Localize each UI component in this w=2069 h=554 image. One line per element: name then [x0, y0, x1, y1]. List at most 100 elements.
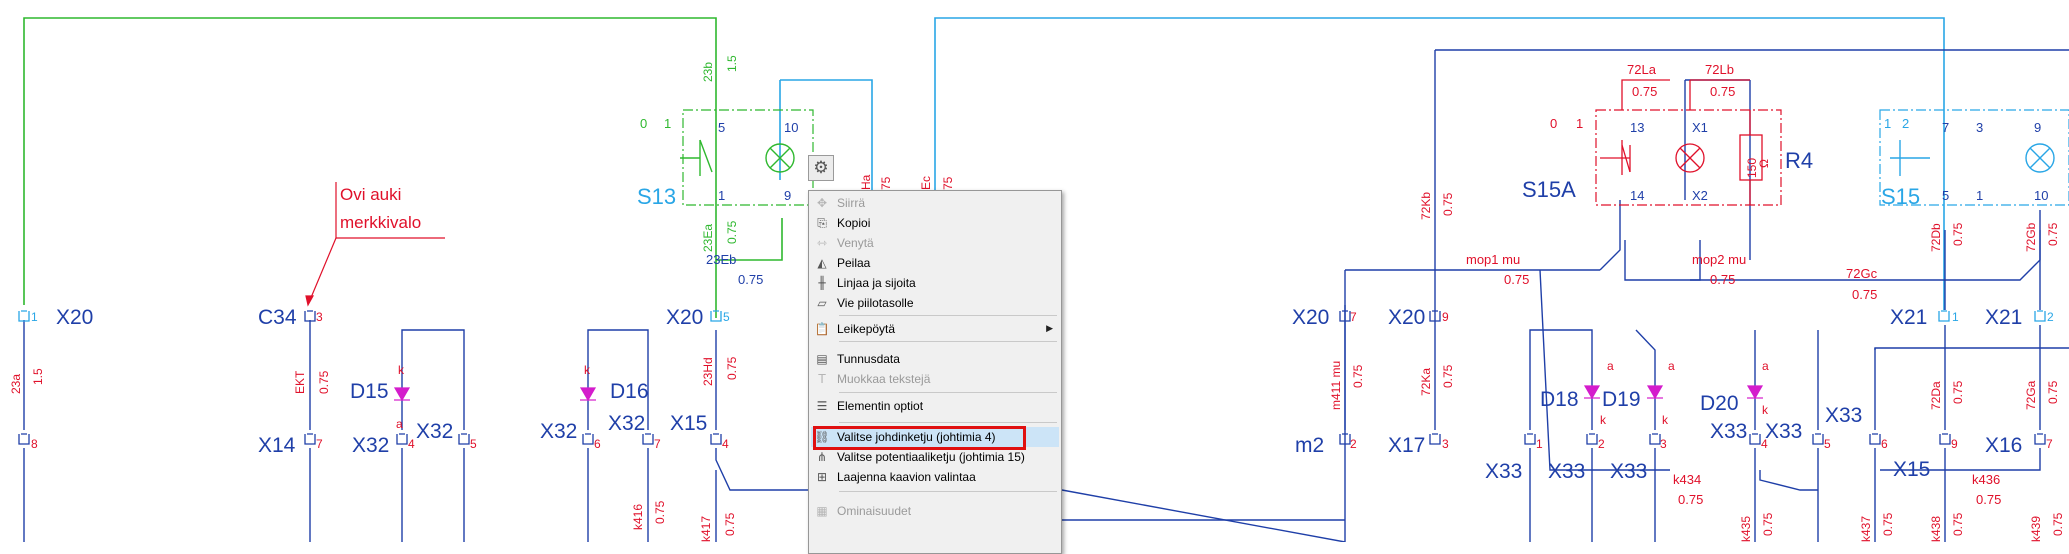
svg-text:1: 1	[718, 188, 725, 203]
connector-x32-b: X32	[416, 420, 453, 443]
component-d18: D18	[1540, 388, 1579, 411]
menu-separator	[839, 392, 1057, 393]
menu-item-tunnusdata[interactable]: ▤ Tunnusdata	[811, 349, 1059, 369]
svg-text:2: 2	[2047, 310, 2054, 324]
s13-contacts	[680, 139, 713, 176]
svg-text:2: 2	[1902, 116, 1909, 131]
svg-text:0.75: 0.75	[2046, 222, 2060, 246]
connector-x15-r: X15	[1893, 458, 1930, 481]
component-d19: D19	[1602, 388, 1641, 411]
svg-text:7: 7	[1942, 120, 1949, 135]
menu-item-valitse-johdinketju-johtimia-4[interactable]: ⛓ Valitse johdinketju (johtimia 4)	[811, 427, 1059, 447]
svg-text:6: 6	[594, 437, 601, 451]
svg-text:1: 1	[31, 310, 38, 324]
element-options-icon: ☰	[816, 399, 828, 413]
wire-chain-icon: ⛓	[814, 430, 830, 444]
svg-text:72Db: 72Db	[1929, 223, 1943, 252]
connector-x21-a: X21	[1890, 306, 1927, 329]
menu-item-vie-piilotasolle[interactable]: ▱ Vie piilotasolle	[811, 293, 1059, 313]
menu-item-laajenna-kaavion-valintaa[interactable]: ⊞ Laajenna kaavion valintaa	[811, 467, 1059, 487]
expand-selection-icon: ⊞	[816, 470, 828, 484]
menu-item-label: Tunnusdata	[837, 352, 900, 366]
svg-text:72Ka: 72Ka	[1419, 368, 1433, 396]
svg-text:Ec: Ec	[919, 176, 933, 190]
svg-text:72Gb: 72Gb	[2024, 222, 2038, 252]
svg-text:5: 5	[1824, 437, 1831, 451]
menu-item-label: Laajenna kaavion valintaa	[837, 470, 976, 484]
connector-x20-r1: X20	[1292, 306, 1329, 329]
svg-text:k436: k436	[1972, 472, 2000, 487]
connector-x21-b: X21	[1985, 306, 2022, 329]
svg-text:2: 2	[1350, 437, 1357, 451]
svg-text:0.75: 0.75	[1710, 272, 1735, 287]
potential-chain-icon: ⋔	[816, 450, 828, 464]
svg-text:7: 7	[316, 437, 323, 451]
connector-x15: X15	[670, 412, 707, 435]
menu-item-linjaa-ja-sijoita[interactable]: ╫ Linjaa ja sijoita	[811, 273, 1059, 293]
svg-text:k: k	[584, 363, 591, 377]
menu-item-label: Venytä	[837, 236, 874, 250]
svg-text:0.75: 0.75	[1710, 84, 1735, 99]
svg-text:k438: k438	[1929, 516, 1943, 542]
menu-item-label: Muokkaa tekstejä	[837, 372, 931, 386]
menu-item-label: Vie piilotasolle	[837, 296, 914, 310]
s15a-wiring	[1600, 79, 1763, 205]
svg-text:0.75: 0.75	[317, 370, 331, 394]
element-options-button[interactable]: ⚙	[808, 155, 834, 181]
menu-separator	[839, 315, 1057, 316]
move-icon: ✥	[816, 196, 828, 210]
menu-separator	[839, 341, 1057, 342]
svg-text:k: k	[1600, 413, 1607, 427]
svg-text:5: 5	[1942, 188, 1949, 203]
svg-text:k435: k435	[1739, 516, 1753, 542]
connector-x33-5: X33	[1765, 420, 1802, 443]
svg-text:0.75: 0.75	[1951, 512, 1965, 536]
menu-separator	[839, 491, 1057, 492]
svg-text:9: 9	[784, 188, 791, 203]
annotation-line1: Ovi auki	[340, 185, 401, 204]
svg-text:14: 14	[1630, 188, 1644, 203]
svg-text:Ha: Ha	[859, 174, 873, 190]
svg-text:k439: k439	[2029, 516, 2043, 542]
svg-text:0.75: 0.75	[725, 220, 739, 244]
svg-text:13: 13	[1630, 120, 1644, 135]
svg-text:k434: k434	[1673, 472, 1701, 487]
svg-text:75: 75	[879, 176, 893, 190]
component-s13: S13	[637, 184, 676, 209]
svg-text:72Gc: 72Gc	[1846, 266, 1878, 281]
svg-text:9: 9	[1442, 310, 1449, 324]
menu-item-label: Valitse potentiaaliketju (johtimia 15)	[837, 450, 1025, 464]
id-data-icon: ▤	[816, 352, 828, 366]
svg-text:9: 9	[2034, 120, 2041, 135]
svg-text:2: 2	[1598, 437, 1605, 451]
menu-item-peilaa[interactable]: ◭ Peilaa	[811, 253, 1059, 273]
svg-text:9: 9	[1951, 437, 1958, 451]
svg-text:3: 3	[316, 310, 323, 324]
component-s15a: S15A	[1522, 177, 1576, 202]
svg-text:5: 5	[723, 310, 730, 324]
menu-item-elementin-optiot[interactable]: ☰ Elementin optiot	[811, 396, 1059, 416]
svg-text:0.75: 0.75	[1951, 222, 1965, 246]
menu-item-label: Linjaa ja sijoita	[837, 276, 916, 290]
svg-text:4: 4	[1761, 437, 1768, 451]
svg-text:a: a	[1668, 359, 1675, 373]
connector-x32-d: X32	[608, 412, 645, 435]
svg-text:X1: X1	[1692, 120, 1708, 135]
menu-item-kopioi[interactable]: ⎘ Kopioi	[811, 213, 1059, 233]
svg-text:0.75: 0.75	[1632, 84, 1657, 99]
svg-text:0.75: 0.75	[1441, 364, 1455, 388]
annotation-line2: merkkivalo	[340, 213, 421, 232]
svg-text:1: 1	[1976, 188, 1983, 203]
menu-item-valitse-potentiaaliketju-johtimia-15[interactable]: ⋔ Valitse potentiaaliketju (johtimia 15)	[811, 447, 1059, 467]
svg-text:10: 10	[2034, 188, 2048, 203]
menu-item-leikepöytä[interactable]: 📋 Leikepöytä ▶	[811, 319, 1059, 339]
svg-text:3: 3	[1442, 437, 1449, 451]
svg-text:0.75: 0.75	[2046, 380, 2060, 404]
svg-text:k: k	[398, 363, 405, 377]
stretch-icon: ⇿	[816, 236, 828, 250]
menu-item-label: Valitse johdinketju (johtimia 4)	[837, 430, 996, 444]
svg-text:72Da: 72Da	[1929, 381, 1943, 410]
connector-c34: C34	[258, 306, 297, 329]
svg-text:0.75: 0.75	[1678, 492, 1703, 507]
r4-unit: Ω	[1757, 159, 1771, 168]
